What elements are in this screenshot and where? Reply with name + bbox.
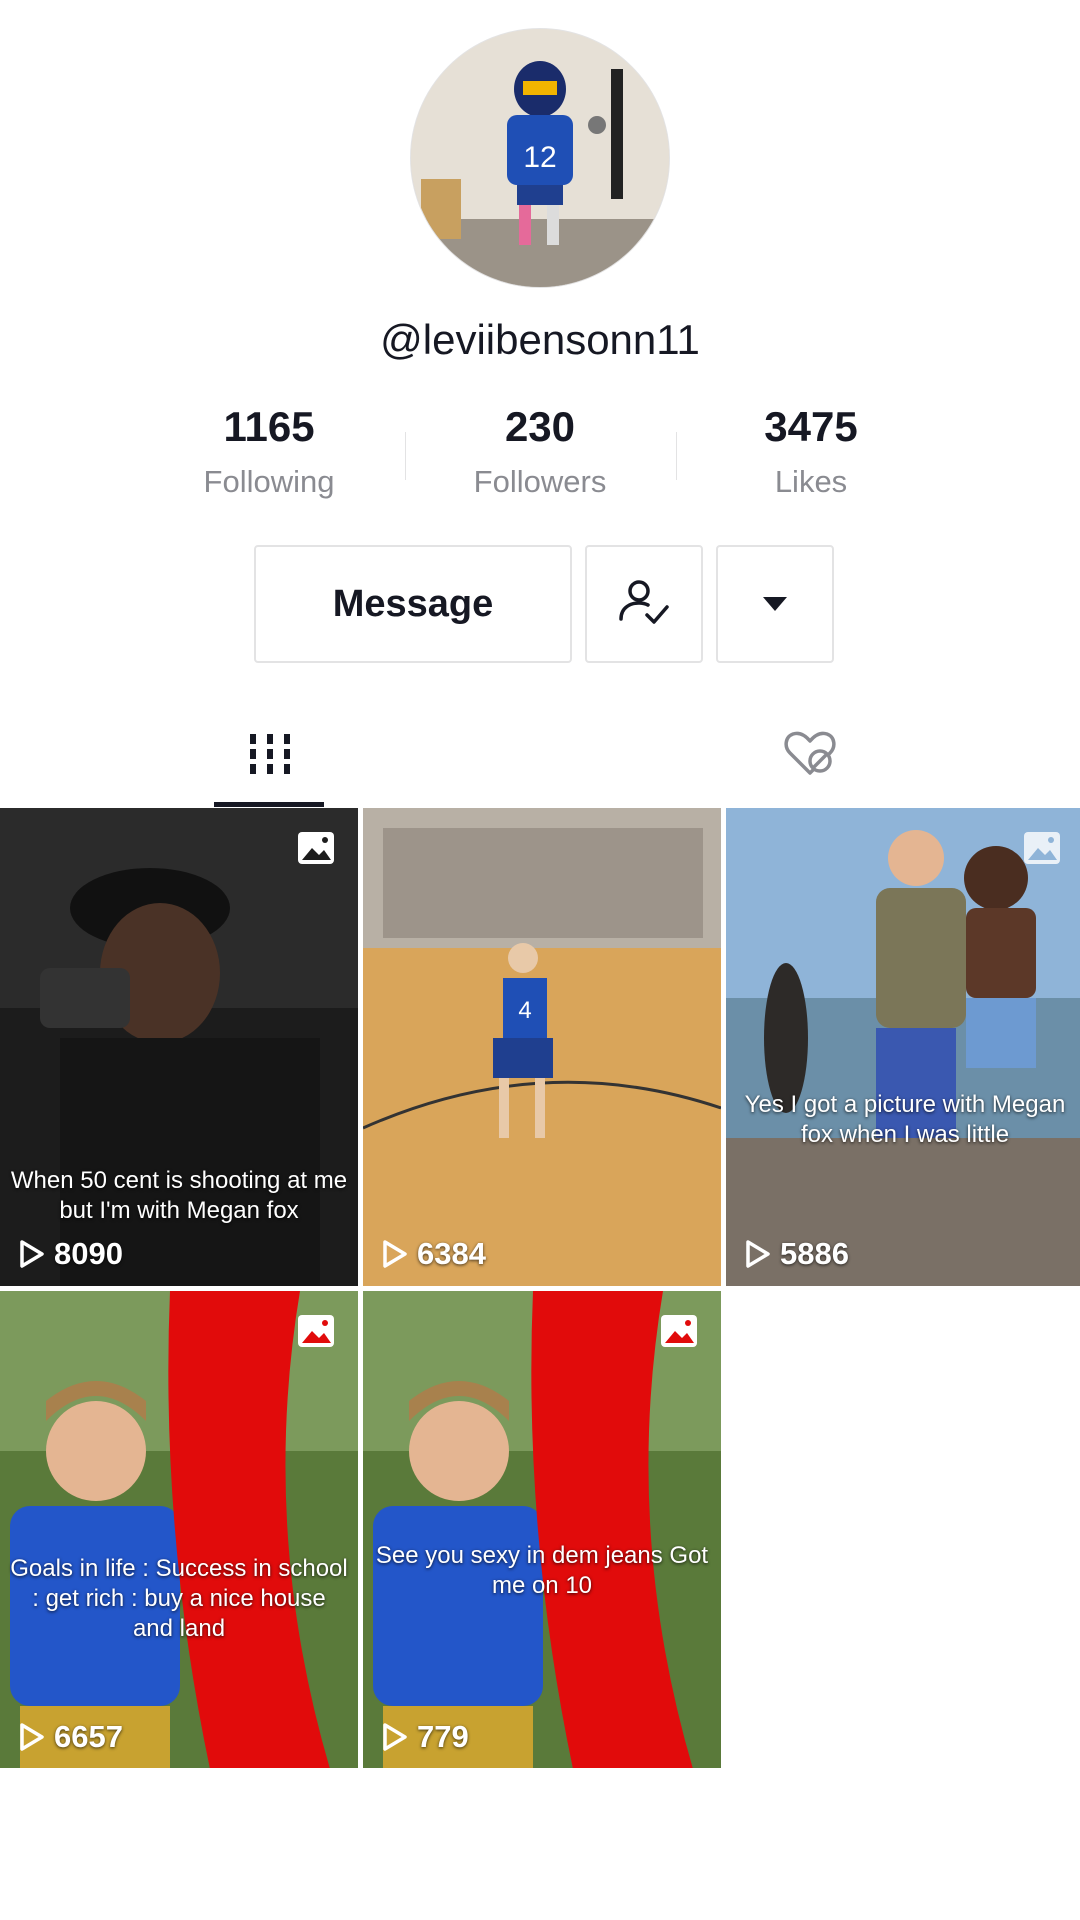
stat-divider [405,432,406,480]
video-tile[interactable]: 4 6384 [363,808,721,1286]
view-count: 779 [381,1719,469,1755]
stat-following[interactable]: 1165 Following [134,402,404,500]
stat-following-count: 1165 [223,403,315,450]
photo-icon [661,1315,697,1347]
profile-avatar[interactable]: 12 [410,28,670,288]
video-thumbnail: 4 [363,808,721,1286]
video-thumbnail [0,1291,358,1769]
video-caption: See you sexy in dem jeans Got me on 10 [375,1542,709,1599]
video-caption: Yes I got a picture with Megan fox when … [744,1091,1066,1148]
photo-icon [298,1315,334,1347]
avatar-photo: 12 [411,29,669,287]
grid-icon [250,734,290,774]
view-count-value: 8090 [54,1236,123,1271]
play-icon [746,1240,770,1268]
more-options-button[interactable] [716,545,834,663]
stat-likes[interactable]: 3475 Likes [676,402,946,500]
profile-username: @leviibensonn11 [380,316,700,363]
view-count: 6384 [381,1236,486,1272]
profile-tabs [0,700,1080,808]
view-count: 5886 [744,1236,849,1272]
tab-videos[interactable] [0,700,540,808]
following-status-button[interactable] [585,545,703,663]
play-icon [20,1723,44,1751]
svg-text:4: 4 [518,997,531,1024]
stat-followers-count: 230 [504,403,576,450]
stat-following-label: Following [203,464,335,499]
video-caption: Goals in life : Success in school : get … [10,1555,348,1642]
video-thumbnail [363,1291,721,1769]
tab-liked[interactable] [540,700,1080,808]
play-icon [383,1240,407,1268]
video-caption: When 50 cent is shooting at me but I'm w… [10,1167,348,1224]
stat-likes-count: 3475 [764,403,858,450]
view-count-value: 6657 [54,1719,123,1754]
stat-likes-label: Likes [774,464,848,499]
play-icon [383,1723,407,1751]
view-count-value: 6384 [417,1236,486,1271]
view-count-value: 779 [417,1719,469,1754]
liked-hidden-icon [784,731,836,775]
video-tile[interactable]: Yes I got a picture with Megan fox when … [726,808,1080,1286]
play-icon [20,1240,44,1268]
stat-followers[interactable]: 230 Followers [405,402,675,500]
view-count-value: 5886 [780,1236,849,1271]
message-button[interactable]: Message [254,545,572,663]
view-count: 8090 [18,1236,123,1272]
profile-stats: 1165 Following 230 Followers 3475 Likes [0,402,1080,512]
caret-down-icon [763,597,787,611]
view-count: 6657 [18,1719,123,1755]
stat-followers-label: Followers [473,464,607,499]
grid-empty-space [0,1768,1080,1920]
user-check-icon [619,580,669,624]
photo-icon [298,832,334,864]
video-tile[interactable]: See you sexy in dem jeans Got me on 10 7… [363,1291,721,1769]
photo-icon [1024,832,1060,864]
stat-divider [676,432,677,480]
video-tile[interactable]: When 50 cent is shooting at me but I'm w… [0,808,358,1286]
svg-text:12: 12 [523,141,556,174]
active-tab-indicator [214,802,324,807]
video-tile[interactable]: Goals in life : Success in school : get … [0,1291,358,1769]
video-thumbnail [726,808,1080,1286]
